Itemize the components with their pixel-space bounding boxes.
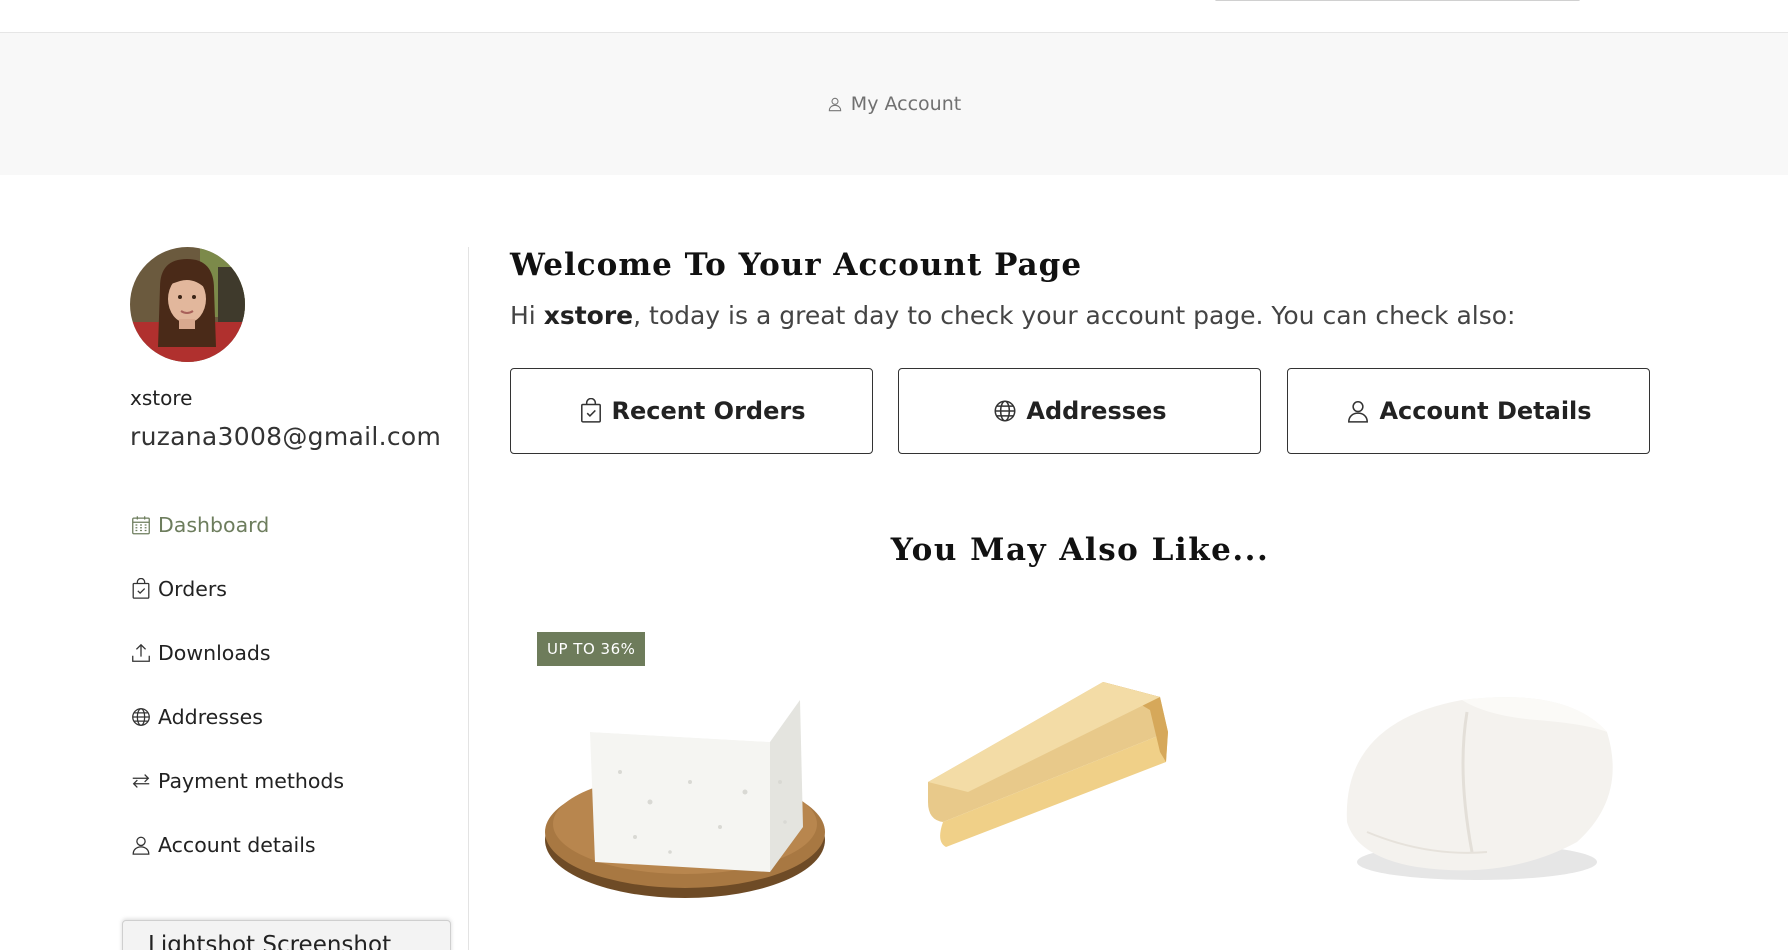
sidebar-item-label: Orders: [158, 577, 227, 601]
intro-suffix: , today is a great day to check your acc…: [633, 301, 1516, 330]
breadcrumb: My Account: [827, 93, 961, 115]
sidebar-item-account-details[interactable]: Account details: [130, 830, 316, 860]
button-label: Recent Orders: [611, 397, 806, 425]
sidebar-item-label: Addresses: [158, 705, 263, 729]
sidebar-item-dashboard[interactable]: Dashboard: [130, 510, 269, 540]
swap-arrows-icon: [132, 774, 150, 788]
breadcrumb-label[interactable]: My Account: [851, 93, 961, 115]
avatar: [130, 247, 245, 362]
recent-orders-button[interactable]: Recent Orders: [510, 368, 873, 454]
upload-icon: [132, 643, 150, 662]
user-icon: [132, 836, 150, 855]
welcome-message: Hi xstore, today is a great day to check…: [510, 301, 1515, 330]
lightshot-label: Lightshot Screenshot: [148, 932, 392, 950]
header-search-field-edge[interactable]: [1215, 0, 1580, 1]
button-label: Addresses: [1026, 397, 1167, 425]
account-email: ruzana3008@gmail.com: [130, 422, 442, 451]
intro-prefix: Hi: [510, 301, 544, 330]
product-card[interactable]: [1287, 612, 1650, 950]
account-details-button[interactable]: Account Details: [1287, 368, 1650, 454]
button-label: Account Details: [1379, 397, 1592, 425]
sidebar-item-label: Downloads: [158, 641, 271, 665]
lightshot-screenshot-popup[interactable]: Lightshot Screenshot: [122, 920, 451, 950]
account-username: xstore: [130, 386, 193, 410]
globe-icon: [132, 708, 150, 726]
sidebar-item-downloads[interactable]: Downloads: [130, 638, 271, 668]
page-hero: My Account: [0, 33, 1788, 175]
sidebar-item-label: Account details: [158, 833, 316, 857]
product-card[interactable]: [898, 612, 1261, 950]
intro-username: xstore: [543, 301, 634, 330]
calendar-icon: [132, 516, 150, 535]
user-icon: [1348, 401, 1369, 423]
product-card[interactable]: UP TO 36%: [510, 612, 873, 950]
shopping-bag-icon: [132, 578, 150, 599]
sidebar-item-label: Payment methods: [158, 769, 345, 793]
parmesan-wedge-image[interactable]: [898, 612, 1261, 950]
account-sidebar: xstore ruzana3008@gmail.com Dashboard Or…: [130, 247, 469, 950]
addresses-button[interactable]: Addresses: [898, 368, 1261, 454]
page-title: Welcome To Your Account Page: [510, 247, 1083, 283]
mozzarella-image[interactable]: [1287, 612, 1650, 950]
shopping-bag-icon: [580, 398, 601, 423]
user-icon: [828, 97, 841, 112]
sidebar-item-payment-methods[interactable]: Payment methods: [130, 766, 344, 796]
sidebar-item-addresses[interactable]: Addresses: [130, 702, 263, 732]
sidebar-item-orders[interactable]: Orders: [130, 574, 227, 604]
recommendations-title: You May Also Like...: [890, 532, 1270, 568]
globe-icon: [994, 400, 1016, 422]
top-header: [0, 0, 1788, 33]
discount-badge: UP TO 36%: [537, 632, 646, 666]
sidebar-item-label: Dashboard: [158, 513, 270, 537]
